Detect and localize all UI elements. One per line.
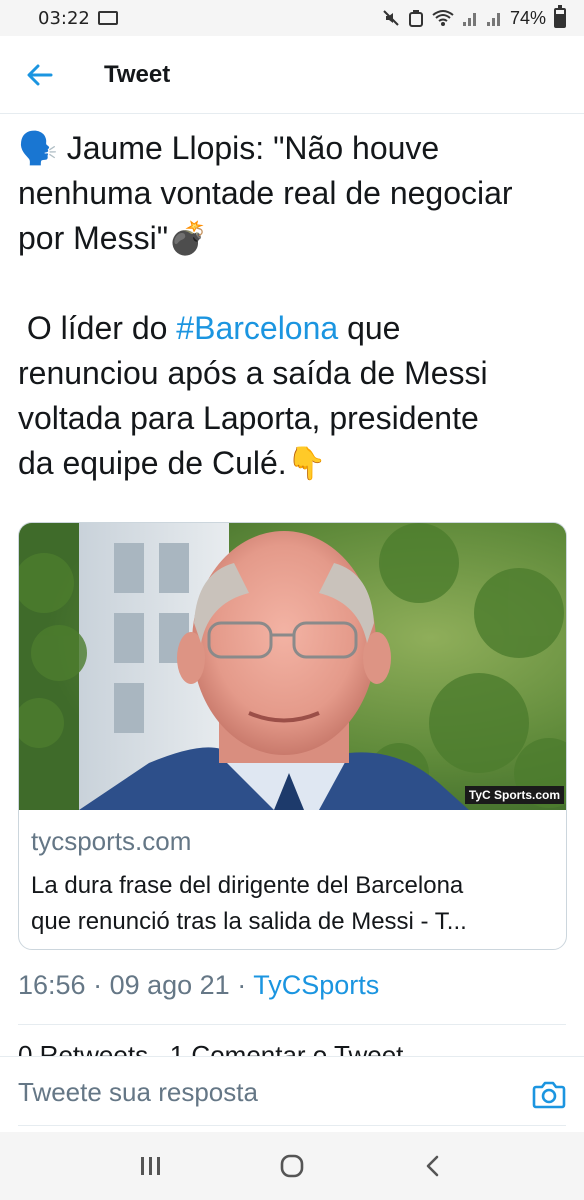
- app-bar: Tweet: [0, 36, 584, 114]
- tweet-line: 🗣️ Jaume Llopis: "Não houve: [18, 130, 440, 166]
- reply-input[interactable]: Tweete sua resposta: [18, 1077, 258, 1108]
- reply-bar: Tweete sua resposta: [0, 1056, 584, 1132]
- wifi-icon: [432, 10, 454, 26]
- recent-apps-button[interactable]: [131, 1146, 171, 1186]
- tweet-text: 🗣️ Jaume Llopis: "Não houve nenhuma vont…: [18, 126, 568, 486]
- card-title: La dura frase del dirigente del Barcelon…: [31, 868, 556, 940]
- tweet-source-link[interactable]: TyCSports: [253, 970, 379, 1000]
- reply-underline: [18, 1125, 566, 1126]
- status-time: 03:22: [38, 7, 90, 29]
- tweet-meta: 16:56 · 09 ago 21 · TyCSports: [18, 970, 379, 1001]
- battery-percent: 74%: [509, 7, 546, 28]
- signal-icon-2: [486, 13, 500, 26]
- home-icon: [280, 1154, 304, 1178]
- tweet-line: nenhuma vontade real de negociar: [18, 175, 513, 211]
- page-title: Tweet: [104, 60, 171, 88]
- tweet-date: 09 ago 21: [109, 970, 230, 1000]
- tweet-text-segment: O líder do: [18, 310, 177, 346]
- camera-icon: [532, 1081, 566, 1109]
- recent-apps-icon: [140, 1157, 160, 1175]
- chevron-left-icon: [427, 1155, 439, 1177]
- divider: [18, 1024, 566, 1025]
- camera-button[interactable]: [532, 1077, 566, 1111]
- hashtag-link[interactable]: #Barcelona: [176, 310, 338, 346]
- status-icons: 74%: [382, 5, 566, 29]
- card-image-watermark: TyC Sports.com: [464, 786, 564, 804]
- tweet-line: por Messi"💣: [18, 220, 208, 256]
- system-nav-bar: [0, 1132, 584, 1200]
- tweet-time: 16:56: [18, 970, 86, 1000]
- tweet-stats[interactable]: 0 Retweets 1 Comentar o Tweet: [18, 1040, 558, 1056]
- tweet-line: voltada para Laporta, presidente: [18, 400, 479, 436]
- card-photo: [19, 523, 566, 810]
- card-image: TyC Sports.com: [19, 523, 566, 810]
- recycle-icon: [408, 10, 423, 27]
- back-nav-button[interactable]: [413, 1146, 453, 1186]
- card-domain: tycsports.com: [31, 826, 192, 856]
- tweet-stats-text: 0 Retweets 1 Comentar o Tweet: [18, 1040, 404, 1056]
- arrow-left-icon: [27, 64, 53, 85]
- tweet-line: da equipe de Culé.👇: [18, 445, 327, 481]
- battery-icon: [554, 5, 566, 28]
- meta-separator: ·: [85, 970, 110, 1000]
- status-bar: 03:22 74%: [0, 0, 584, 36]
- meta-separator: ·: [229, 970, 254, 1000]
- tweet-text-segment: que: [338, 310, 401, 346]
- home-button[interactable]: [272, 1146, 312, 1186]
- signal-icon-1: [462, 13, 476, 26]
- tweet-line: O líder do #Barcelona que: [18, 306, 568, 351]
- card-title-line: La dura frase del dirigente del Barcelon…: [31, 872, 464, 899]
- mute-icon: [383, 10, 399, 26]
- tweet-line: renunciou após a saída de Messi: [18, 355, 488, 391]
- card-title-line: que renunció tras la salida de Messi - T…: [31, 908, 467, 935]
- back-button[interactable]: [20, 55, 60, 95]
- voicemail-icon: [97, 11, 118, 25]
- link-preview-card[interactable]: TyC Sports.com tycsports.com La dura fra…: [18, 522, 567, 950]
